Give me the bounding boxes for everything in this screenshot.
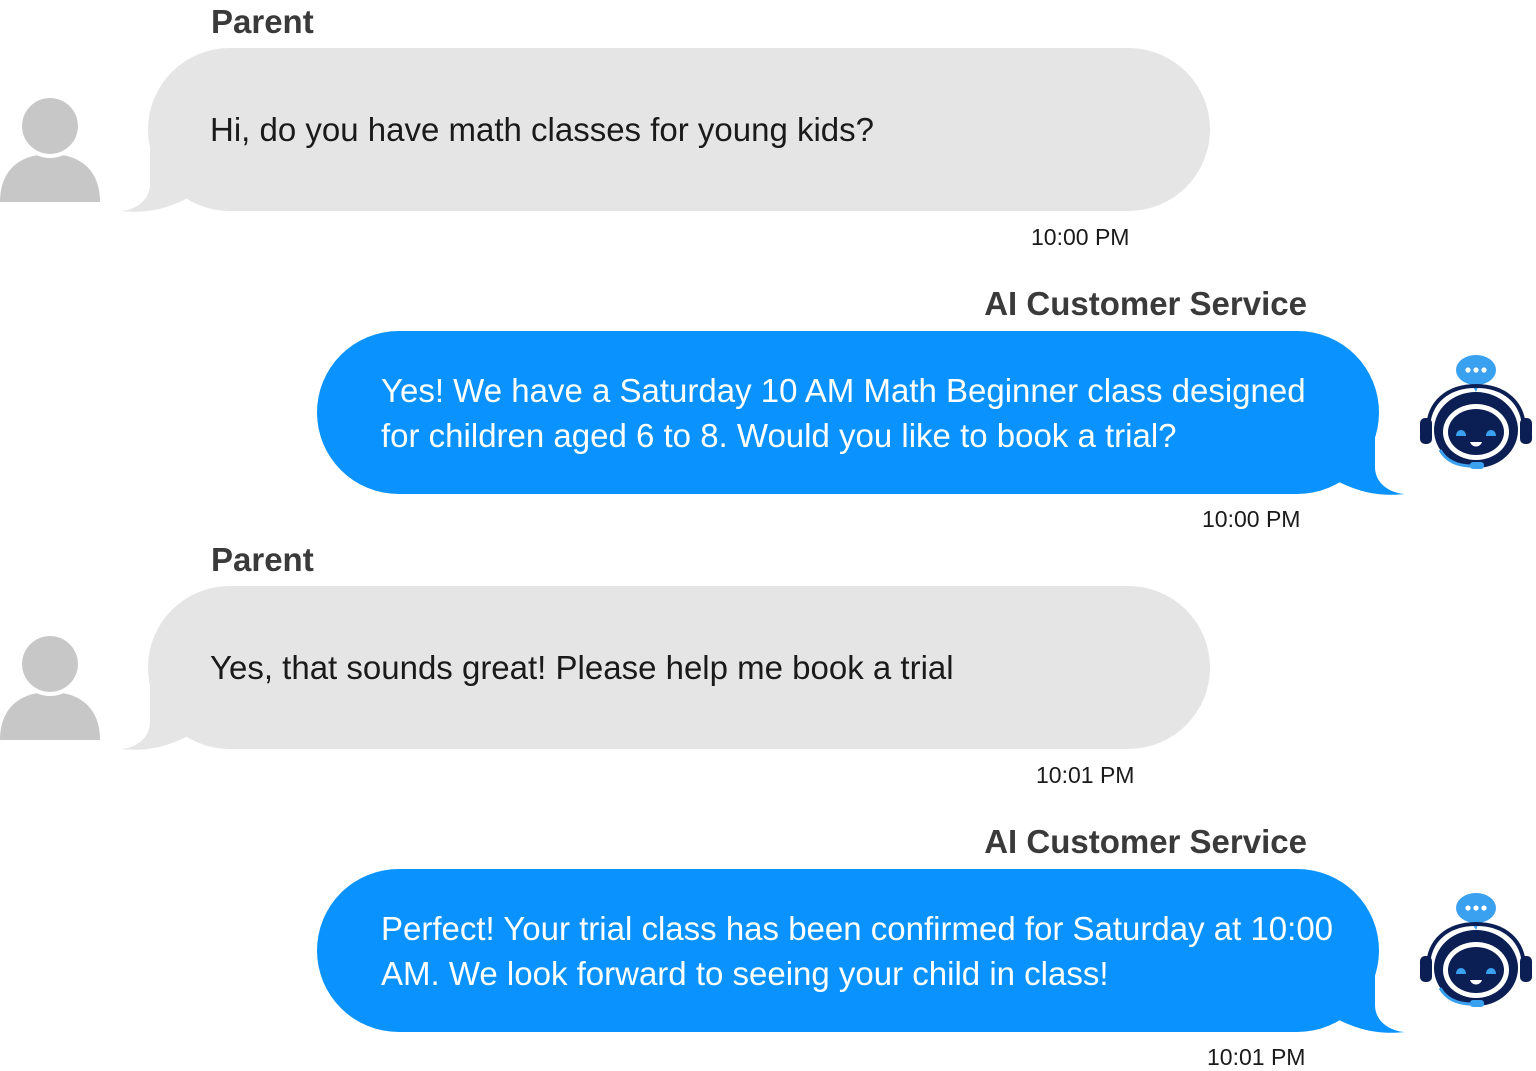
robot-avatar-icon [1418, 354, 1534, 472]
message-text: Yes! We have a Saturday 10 AM Math Begin… [381, 371, 1306, 454]
message-text: Perfect! Your trial class has been confi… [381, 909, 1334, 992]
user-avatar-icon [0, 94, 102, 202]
user-avatar-icon [0, 632, 102, 740]
message-timestamp: 10:01 PM [1036, 762, 1135, 788]
message-bubble-ai: Perfect! Your trial class has been confi… [317, 869, 1407, 1033]
message-bubble-ai: Yes! We have a Saturday 10 AM Math Begin… [317, 331, 1407, 495]
message-timestamp: 10:00 PM [1031, 224, 1130, 250]
robot-avatar-icon [1418, 892, 1534, 1010]
message-timestamp: 10:01 PM [1207, 1044, 1306, 1070]
sender-name: Parent [211, 3, 314, 40]
message-bubble-parent: Hi, do you have math classes for young k… [118, 48, 1210, 212]
sender-name: Parent [211, 541, 314, 578]
message-timestamp: 10:00 PM [1202, 506, 1301, 532]
message-text: Yes, that sounds great! Please help me b… [210, 649, 954, 686]
sender-name: AI Customer Service [984, 285, 1307, 322]
sender-name: AI Customer Service [984, 823, 1307, 860]
message-text: Hi, do you have math classes for young k… [210, 111, 875, 148]
message-bubble-parent: Yes, that sounds great! Please help me b… [118, 586, 1210, 750]
